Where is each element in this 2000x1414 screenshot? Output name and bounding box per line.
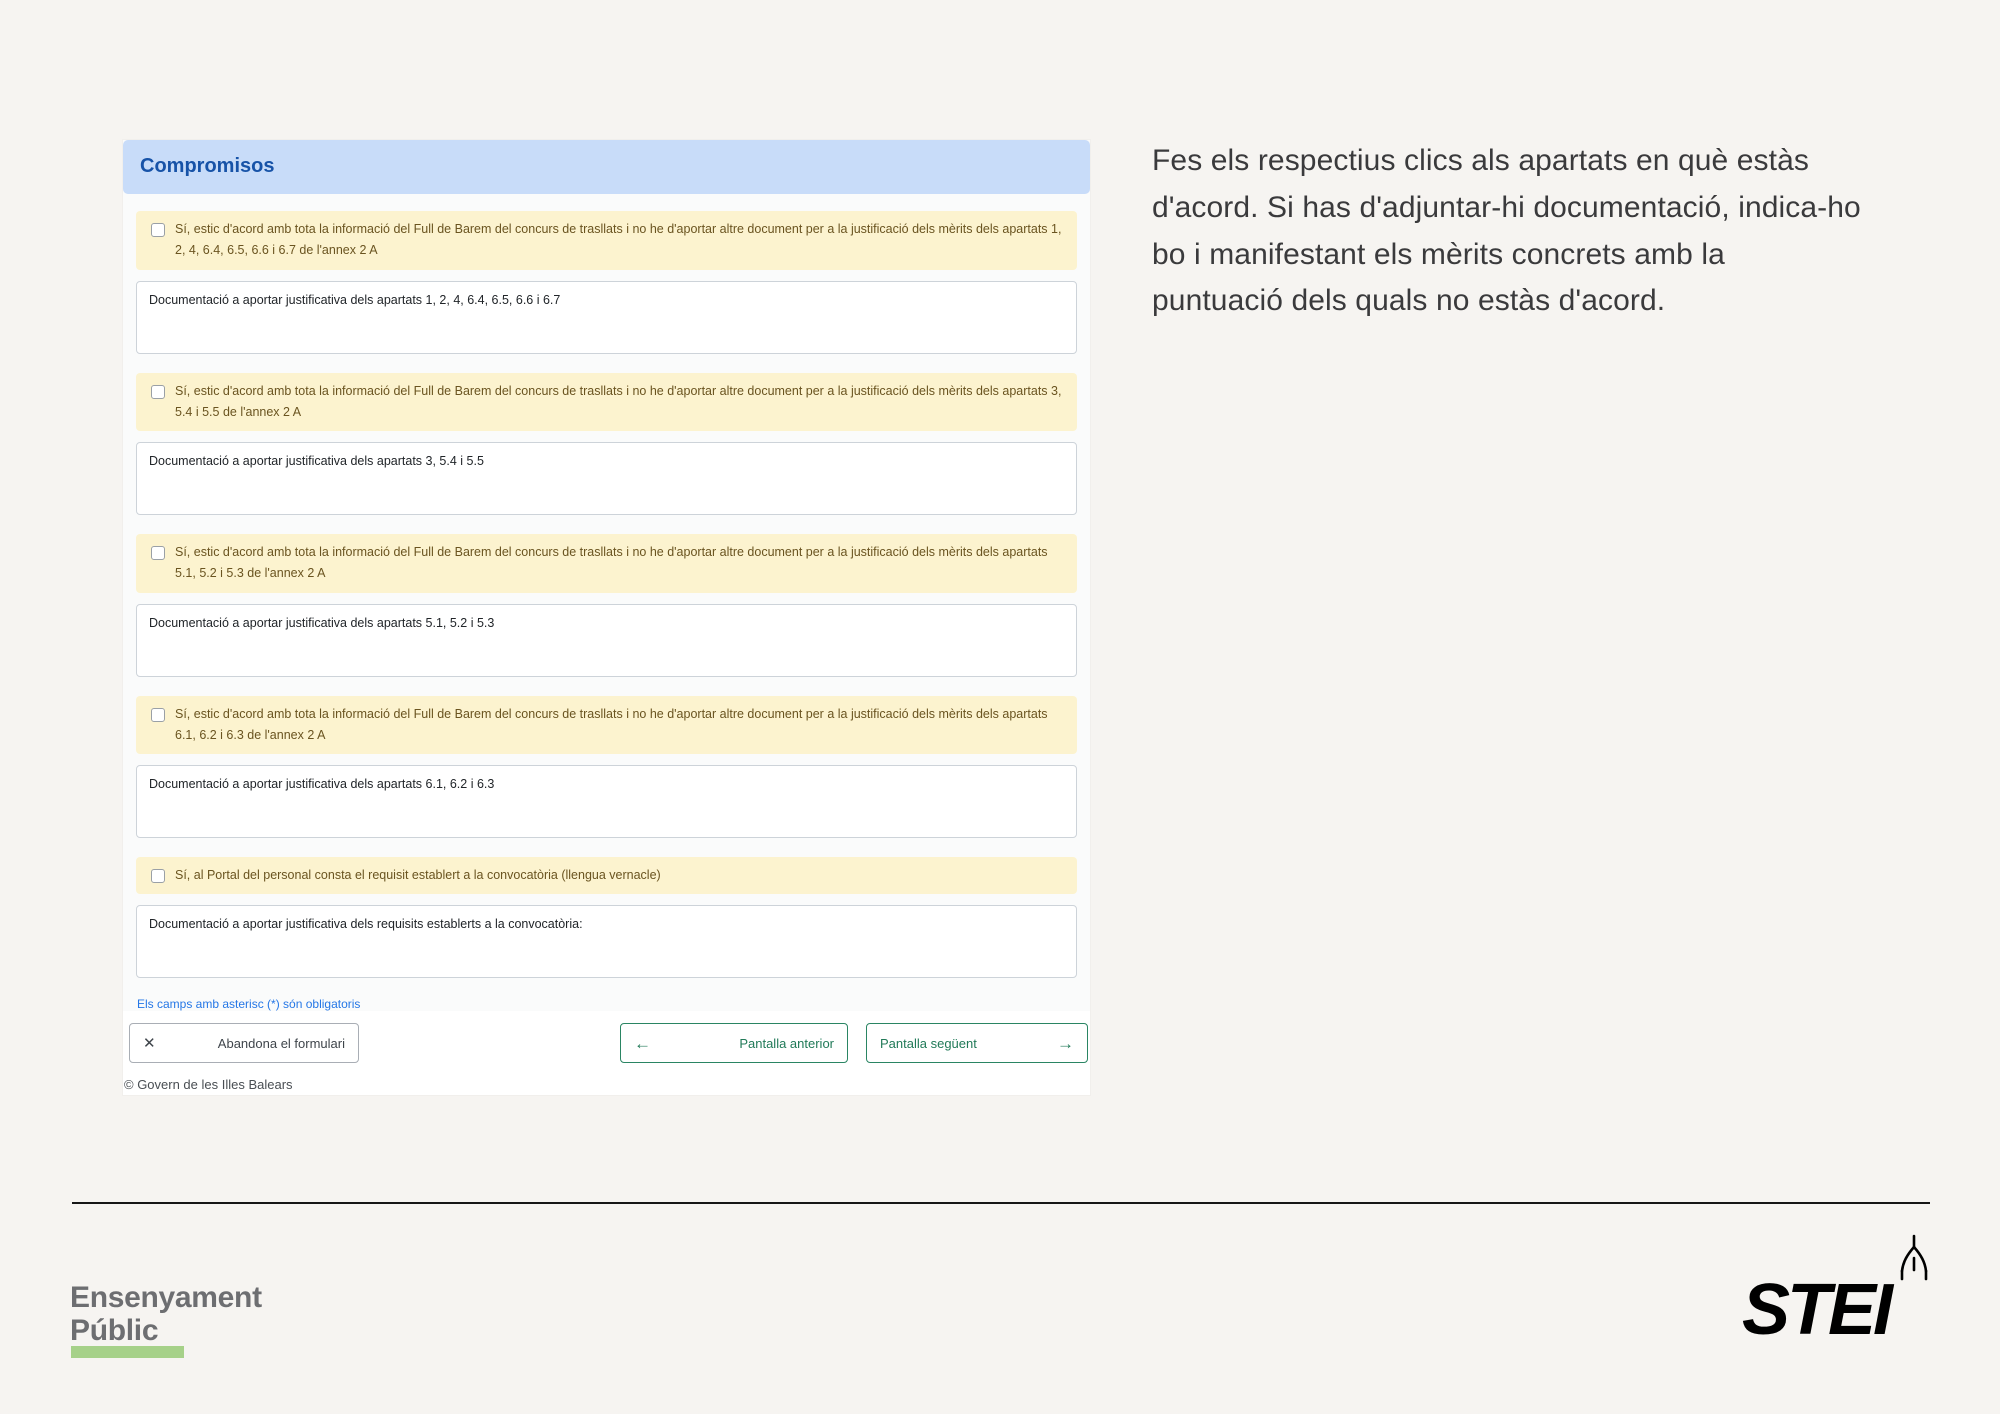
documentation-textarea[interactable]: Documentació a aportar justificativa del…	[136, 442, 1077, 515]
documentation-textarea[interactable]: Documentació a aportar justificativa del…	[136, 765, 1077, 838]
previous-screen-label: Pantalla anterior	[739, 1036, 834, 1051]
brand-line-1: Ensenyament	[70, 1281, 262, 1314]
agreement-option[interactable]: Sí, estic d'acord amb tota la informació…	[136, 211, 1077, 270]
documentation-textarea[interactable]: Documentació a aportar justificativa del…	[136, 905, 1077, 978]
agreement-option[interactable]: Sí, estic d'acord amb tota la informació…	[136, 534, 1077, 593]
stei-logo-text: STEI	[1742, 1276, 1890, 1344]
agreement-option[interactable]: Sí, estic d'acord amb tota la informació…	[136, 696, 1077, 755]
agreement-label: Sí, estic d'acord amb tota la informació…	[175, 381, 1064, 424]
commitment-group: Sí, estic d'acord amb tota la informació…	[136, 211, 1077, 354]
agreement-label: Sí, estic d'acord amb tota la informació…	[175, 219, 1064, 262]
commitment-group: Sí, estic d'acord amb tota la informació…	[136, 534, 1077, 677]
pen-nib-icon	[1896, 1234, 1932, 1290]
commitment-group: Sí, estic d'acord amb tota la informació…	[136, 373, 1077, 516]
checkbox[interactable]	[151, 869, 165, 883]
stei-logo: STEI	[1742, 1248, 1942, 1344]
checkbox[interactable]	[151, 385, 165, 399]
next-screen-button[interactable]: Pantalla següent →	[866, 1023, 1088, 1063]
ensenyament-public-logo: Ensenyament Públic	[70, 1281, 262, 1347]
arrow-right-icon: →	[1057, 1035, 1074, 1052]
brand-green-bar	[71, 1346, 184, 1358]
form-body: Sí, estic d'acord amb tota la informació…	[123, 194, 1090, 1011]
next-screen-label: Pantalla següent	[880, 1036, 977, 1051]
button-row: ✕ Abandona el formulari ← Pantalla anter…	[129, 1023, 1088, 1063]
checkbox[interactable]	[151, 546, 165, 560]
agreement-option[interactable]: Sí, al Portal del personal consta el req…	[136, 857, 1077, 894]
page-title: Compromisos	[140, 155, 274, 177]
abandon-form-label: Abandona el formulari	[218, 1036, 345, 1051]
close-icon: ✕	[143, 1036, 156, 1051]
brand-line-2: Públic	[70, 1314, 262, 1347]
required-fields-note: Els camps amb asterisc (*) són obligator…	[137, 997, 1077, 1011]
form-footer: ✕ Abandona el formulari ← Pantalla anter…	[123, 1011, 1090, 1095]
form-section-header: Compromisos	[123, 140, 1090, 194]
checkbox[interactable]	[151, 223, 165, 237]
slide-instruction-text: Fes els respectius clics als apartats en…	[1152, 138, 1864, 325]
agreement-option[interactable]: Sí, estic d'acord amb tota la informació…	[136, 373, 1077, 432]
checkbox[interactable]	[151, 708, 165, 722]
documentation-textarea[interactable]: Documentació a aportar justificativa del…	[136, 604, 1077, 677]
commitment-group: Sí, estic d'acord amb tota la informació…	[136, 696, 1077, 839]
previous-screen-button[interactable]: ← Pantalla anterior	[620, 1023, 848, 1063]
arrow-left-icon: ←	[634, 1035, 651, 1052]
commitment-group: Sí, al Portal del personal consta el req…	[136, 857, 1077, 978]
agreement-label: Sí, al Portal del personal consta el req…	[175, 865, 661, 886]
abandon-form-button[interactable]: ✕ Abandona el formulari	[129, 1023, 359, 1063]
documentation-textarea[interactable]: Documentació a aportar justificativa del…	[136, 281, 1077, 354]
footer-divider	[72, 1202, 1930, 1204]
copyright-text: © Govern de les Illes Balears	[124, 1063, 1088, 1095]
agreement-label: Sí, estic d'acord amb tota la informació…	[175, 704, 1064, 747]
agreement-label: Sí, estic d'acord amb tota la informació…	[175, 542, 1064, 585]
form-screenshot: Compromisos Sí, estic d'acord amb tota l…	[123, 140, 1090, 1095]
